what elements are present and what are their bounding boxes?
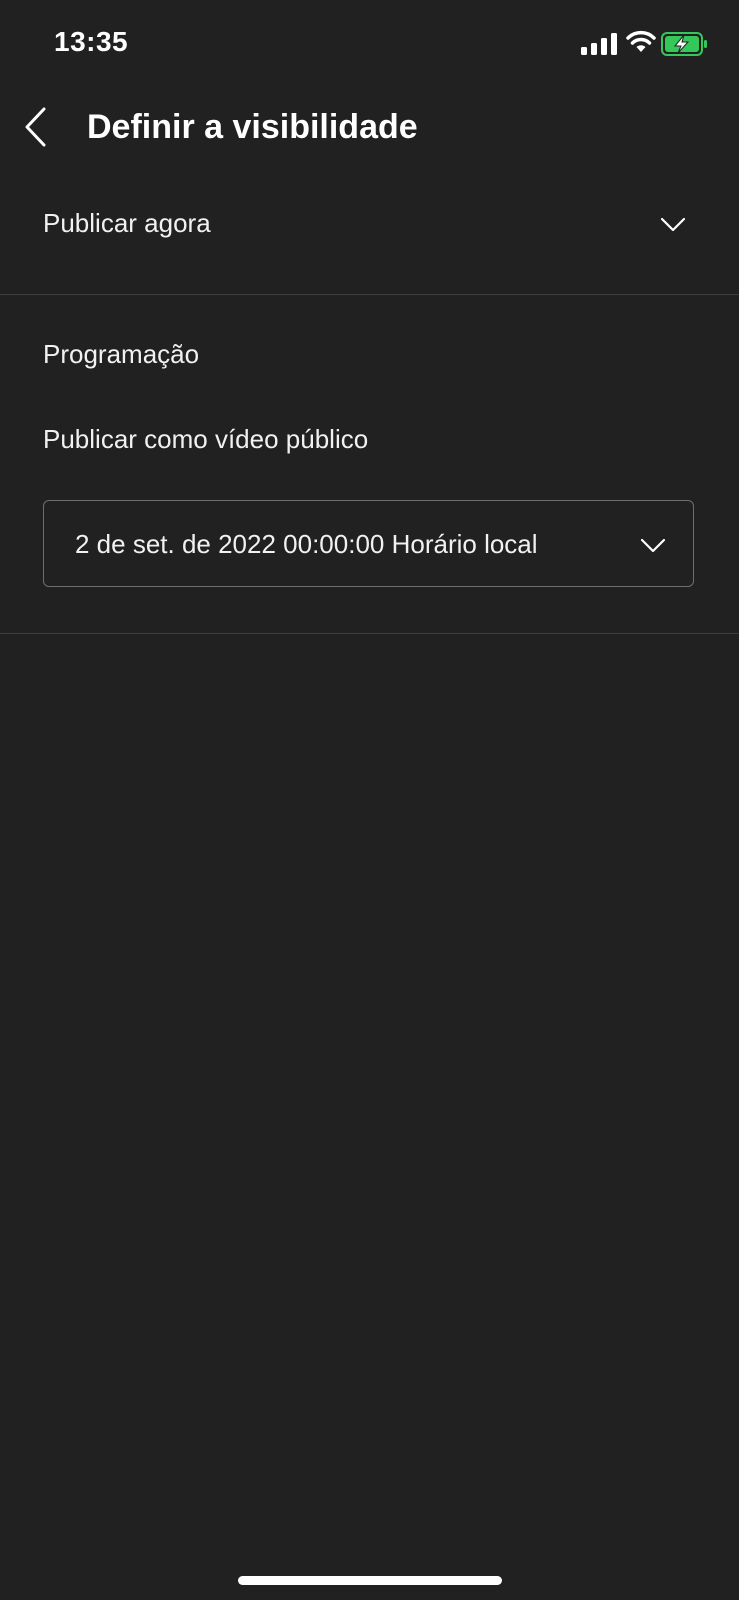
back-button[interactable] [14,100,60,154]
schedule-description: Publicar como vídeo público [43,424,369,454]
schedule-section-title: Programação [43,339,200,369]
chevron-down-icon [660,217,686,232]
schedule-datetime-select[interactable]: 2 de set. de 2022 00:00:00 Horário local [43,500,694,587]
divider [0,633,739,634]
publish-now-dropdown[interactable]: Publicar agora [0,180,739,294]
status-bar: 13:35 [0,0,739,90]
chevron-left-icon [25,107,46,147]
wifi-icon [626,30,656,52]
home-indicator[interactable] [238,1576,502,1585]
publish-now-label: Publicar agora [43,208,211,238]
header: Definir a visibilidade [0,90,739,170]
schedule-datetime-value: 2 de set. de 2022 00:00:00 Horário local [75,529,538,559]
signal-icon [581,33,617,55]
page-title: Definir a visibilidade [87,108,418,146]
divider [0,294,739,295]
battery-charging-icon [661,32,707,56]
status-time: 13:35 [54,26,129,57]
chevron-down-icon [640,538,666,553]
